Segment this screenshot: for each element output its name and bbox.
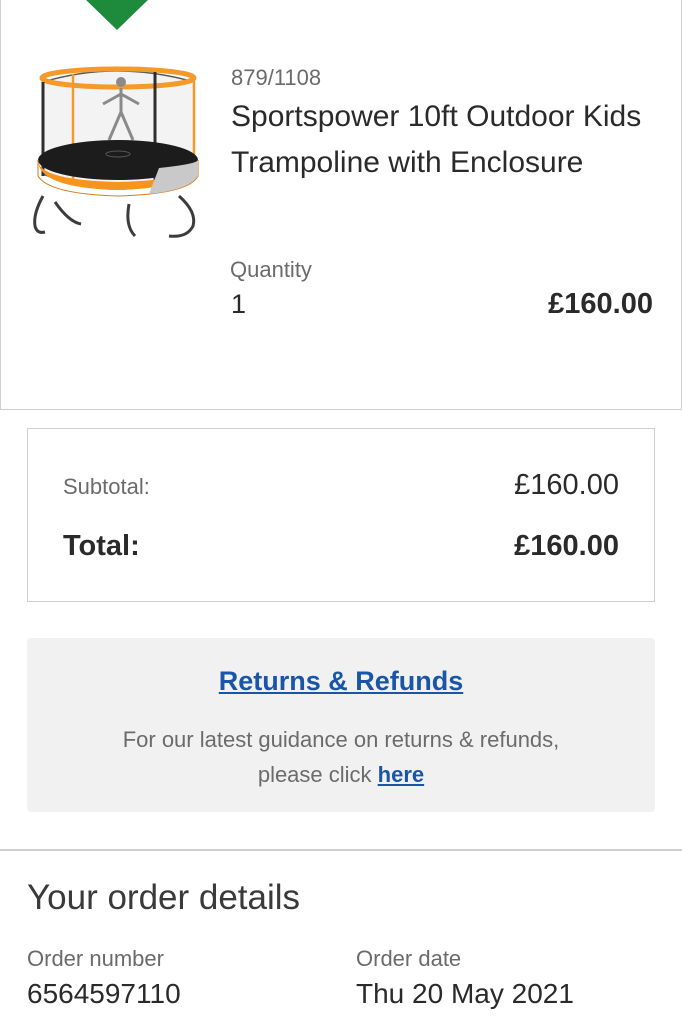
order-details-heading: Your order details [27, 878, 301, 917]
here-link[interactable]: here [378, 762, 424, 787]
order-date-value: Thu 20 May 2021 [356, 978, 574, 1009]
returns-text-line1: For our latest guidance on returns & ref… [122, 727, 560, 752]
order-date-label: Order date [356, 946, 462, 971]
returns-text-line2: please click [257, 762, 372, 787]
trampoline-image[interactable] [29, 64, 204, 242]
quantity-value: 1 [231, 289, 247, 319]
total-label: Total: [63, 530, 140, 562]
order-totals: Subtotal: £160.00 Total: £160.00 [27, 428, 655, 602]
section-divider [0, 849, 682, 851]
quantity-label: Quantity [230, 257, 312, 282]
product-price: £160.00 [548, 288, 653, 320]
total-value: £160.00 [514, 530, 619, 562]
product-card: 879/1108 Sportspower 10ft Outdoor Kids T… [0, 0, 682, 410]
returns-guidance-text: For our latest guidance on returns & ref… [27, 722, 655, 792]
returns-refunds-link[interactable]: Returns & Refunds [27, 666, 655, 697]
subtotal-label: Subtotal: [63, 474, 150, 499]
order-number-label: Order number [27, 946, 164, 971]
product-sku: 879/1108 [231, 65, 322, 90]
product-title[interactable]: Sportspower 10ft Outdoor Kids Trampoline… [231, 94, 651, 186]
order-number-value: 6564597110 [27, 978, 181, 1009]
check-marker-icon [84, 0, 150, 30]
subtotal-value: £160.00 [514, 469, 619, 501]
returns-panel: Returns & Refunds For our latest guidanc… [27, 638, 655, 812]
